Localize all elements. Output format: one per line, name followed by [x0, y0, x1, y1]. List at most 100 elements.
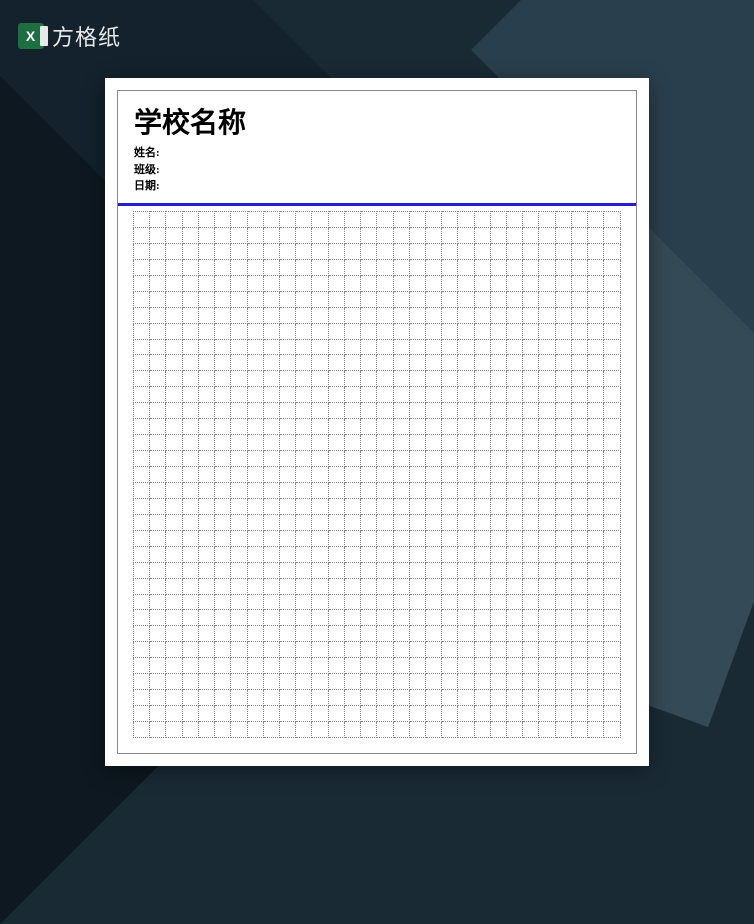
grid-cell [393, 498, 409, 514]
grid-cell [166, 339, 182, 355]
grid-cell [588, 403, 604, 419]
grid-cell [490, 498, 506, 514]
grid-cell [523, 227, 539, 243]
grid-cell [182, 530, 198, 546]
grid-cell [361, 307, 377, 323]
grid-cell [328, 594, 344, 610]
name-field-label: 姓名: [134, 145, 620, 162]
grid-cell [571, 578, 587, 594]
grid-cell [490, 674, 506, 690]
grid-cell [328, 371, 344, 387]
grid-cell [425, 467, 441, 483]
grid-cell [328, 482, 344, 498]
grid-cell [328, 578, 344, 594]
grid-cell [296, 706, 312, 722]
grid-cell [328, 291, 344, 307]
grid-cell [539, 227, 555, 243]
grid-cell [231, 259, 247, 275]
grid-cell [604, 642, 621, 658]
grid-cell [312, 690, 328, 706]
grid-cell [507, 690, 523, 706]
grid-cell [458, 706, 474, 722]
grid-cell [166, 371, 182, 387]
grid-cell [198, 419, 214, 435]
grid-cell [458, 674, 474, 690]
grid-cell [425, 482, 441, 498]
grid-cell [215, 371, 231, 387]
grid-cell [425, 259, 441, 275]
grid-cell [134, 658, 150, 674]
grid-cell [134, 419, 150, 435]
grid-cell [555, 339, 571, 355]
grid-cell [539, 355, 555, 371]
grid-cell [166, 467, 182, 483]
grid-cell [361, 578, 377, 594]
grid-cell [474, 212, 490, 228]
grid-cell [263, 530, 279, 546]
grid-cell [198, 722, 214, 738]
grid-cell [474, 610, 490, 626]
grid-cell [247, 339, 263, 355]
grid-cell [425, 307, 441, 323]
grid-cell [523, 387, 539, 403]
grid-cell [279, 387, 295, 403]
grid-cell [134, 626, 150, 642]
grid-cell [231, 674, 247, 690]
grid-cell [263, 451, 279, 467]
grid-cell [231, 435, 247, 451]
grid-cell [490, 243, 506, 259]
grid-cell [263, 212, 279, 228]
grid-cell [555, 706, 571, 722]
grid-cell [198, 482, 214, 498]
grid-cell [490, 323, 506, 339]
grid-cell [377, 594, 393, 610]
grid-cell [361, 514, 377, 530]
grid-cell [409, 642, 425, 658]
grid-cell [198, 642, 214, 658]
grid-cell [150, 307, 166, 323]
grid-cell [231, 690, 247, 706]
grid-cell [442, 690, 458, 706]
grid-cell [344, 243, 360, 259]
grid-cell [166, 275, 182, 291]
grid-cell [604, 355, 621, 371]
grid-cell [523, 339, 539, 355]
grid-cell [198, 307, 214, 323]
form-fields: 姓名: 班级: 日期: [134, 145, 620, 195]
grid-cell [474, 403, 490, 419]
grid-cell [134, 355, 150, 371]
grid-cell [409, 610, 425, 626]
grid-cell [377, 291, 393, 307]
grid-cell [182, 578, 198, 594]
grid-cell [344, 626, 360, 642]
grid-cell [555, 546, 571, 562]
grid-cell [215, 706, 231, 722]
grid-cell [328, 626, 344, 642]
grid-cell [507, 275, 523, 291]
grid-cell [361, 610, 377, 626]
grid-cell [166, 435, 182, 451]
grid-cell [539, 642, 555, 658]
grid-cell [166, 658, 182, 674]
grid-cell [361, 451, 377, 467]
grid-cell [263, 498, 279, 514]
grid-cell [604, 323, 621, 339]
grid-cell [425, 355, 441, 371]
grid-cell [312, 403, 328, 419]
grid-cell [166, 594, 182, 610]
grid-cell [490, 706, 506, 722]
grid-cell [539, 722, 555, 738]
grid-cell [312, 355, 328, 371]
grid-cell [393, 722, 409, 738]
grid-cell [458, 403, 474, 419]
grid-cell [507, 259, 523, 275]
grid-cell [215, 387, 231, 403]
grid-cell [555, 259, 571, 275]
grid-cell [425, 419, 441, 435]
grid-cell [296, 259, 312, 275]
grid-cell [198, 578, 214, 594]
grid-cell [425, 594, 441, 610]
grid-cell [328, 514, 344, 530]
grid-cell [555, 435, 571, 451]
grid-cell [458, 435, 474, 451]
